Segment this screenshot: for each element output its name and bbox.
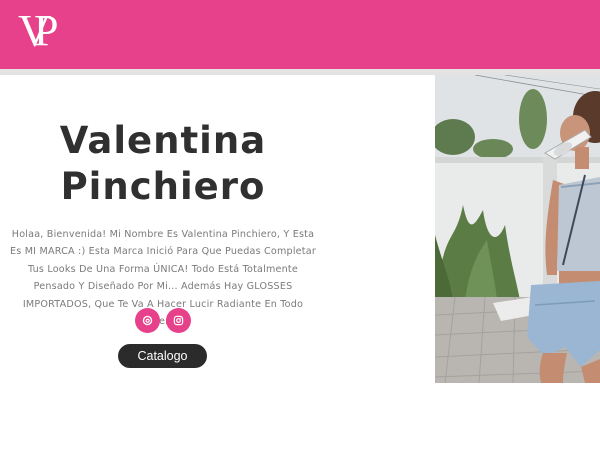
title-last-name: Pinchiero <box>60 165 266 208</box>
social-links <box>135 308 191 333</box>
brand-logo[interactable]: V P <box>18 6 62 56</box>
catalog-button[interactable]: Catalogo <box>118 344 207 368</box>
threads-button[interactable] <box>135 308 160 333</box>
instagram-button[interactable] <box>166 308 191 333</box>
instagram-icon <box>173 315 184 326</box>
site-header: V P <box>0 0 600 69</box>
logo-letter-p: P <box>34 6 59 55</box>
title-first-name: Valentina <box>59 119 267 162</box>
threads-icon <box>142 315 153 326</box>
person-photo <box>435 75 600 383</box>
page-title: Valentina Pinchiero <box>20 118 306 210</box>
hero-photo <box>435 75 600 383</box>
